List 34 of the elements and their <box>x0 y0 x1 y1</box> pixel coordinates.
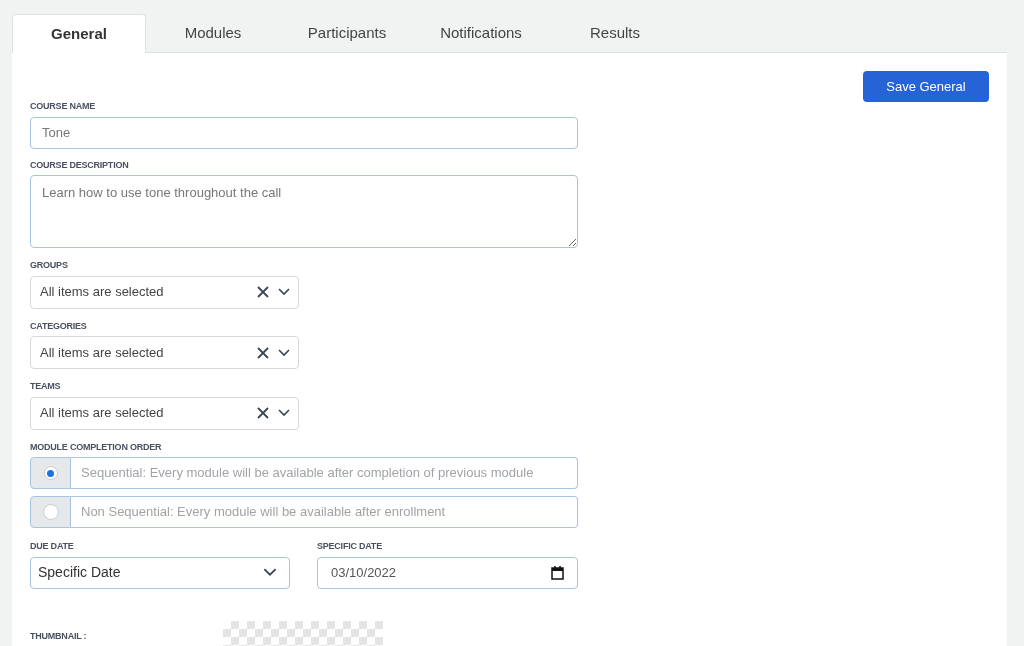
field-label: TEAMS <box>30 380 62 393</box>
multi-select[interactable]: All items are selected <box>30 396 299 430</box>
date-field[interactable]: 03/10/2022 <box>317 556 578 589</box>
chevron-down-icon <box>263 568 277 577</box>
field-label: COURSE NAME <box>30 100 97 113</box>
chevron-down-icon <box>278 288 290 296</box>
tab[interactable]: Results <box>548 14 682 52</box>
field-label: GROUPS <box>30 259 69 272</box>
multi-select[interactable]: All items are selected <box>30 275 299 309</box>
calendar-icon[interactable] <box>551 565 564 580</box>
clear-icon[interactable] <box>256 345 270 360</box>
field-label: COURSE DESCRIPTION <box>30 158 130 172</box>
due-date-select[interactable]: Specific Date <box>30 556 290 589</box>
tab[interactable]: Modules <box>146 14 280 52</box>
field-label: MODULE COMPLETION ORDER <box>30 440 163 454</box>
field-label: CATEGORIES <box>30 319 88 333</box>
chevron-down-icon <box>278 348 290 357</box>
course-name-field[interactable]: Tone <box>30 116 578 149</box>
clear-icon[interactable] <box>256 406 270 420</box>
radio-button[interactable] <box>30 457 71 489</box>
tab[interactable]: Participants <box>280 14 414 52</box>
option-label: Non Sequential: Every module will be available after enrollment <box>71 496 578 528</box>
clear-icon[interactable] <box>256 285 270 299</box>
course-description-field[interactable]: Learn how to use tone throughout the call <box>30 175 578 248</box>
save-button[interactable]: Save General <box>863 71 989 102</box>
radio-button[interactable] <box>30 496 71 528</box>
option-label: Sequential: Every module will be available after completion of previous module <box>71 457 578 489</box>
chevron-down-icon <box>278 409 290 417</box>
tab[interactable]: Notifications <box>414 14 548 52</box>
field-label: DUE DATE <box>30 540 75 553</box>
field-label: SPECIFIC DATE <box>317 540 383 553</box>
field-label: THUMBNAIL : <box>30 629 88 643</box>
tab[interactable]: General <box>12 14 146 53</box>
multi-select[interactable]: All items are selected <box>30 336 299 369</box>
